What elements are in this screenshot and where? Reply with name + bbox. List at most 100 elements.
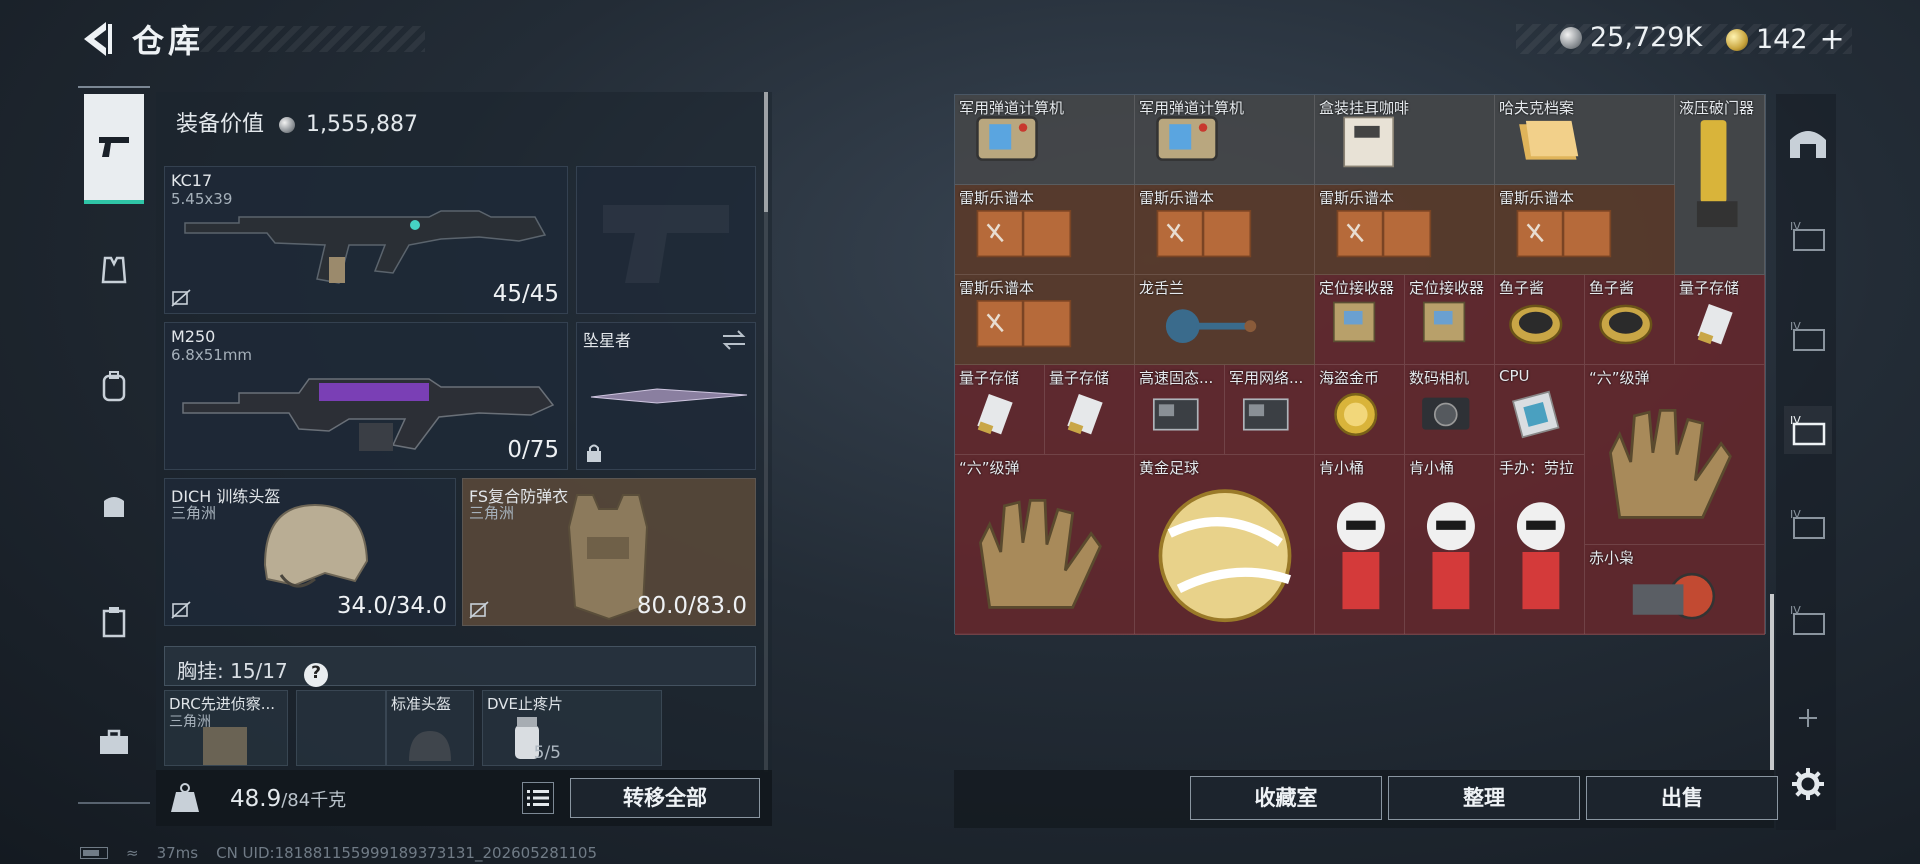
weight-readout: 48.9/84千克 (230, 786, 346, 812)
storage-item-name: 龙舌兰 (1139, 279, 1185, 297)
device-item-icon (955, 109, 1134, 184)
chest-rig-header[interactable]: 胸挂: 15/17 ? (164, 646, 756, 687)
rig-item-slot[interactable]: 标准头盔 (386, 690, 474, 766)
book-item-icon (1495, 199, 1674, 274)
storage-item-name: 哈夫克档案 (1499, 99, 1575, 117)
storage-item-name: 高速固态... (1139, 369, 1214, 387)
gold-balance: 142 + (1726, 22, 1845, 57)
rig-item-slot-empty[interactable] (296, 690, 386, 766)
swap-icon[interactable] (721, 329, 747, 351)
storage-item[interactable]: 赤小枭 (1585, 545, 1765, 635)
storage-item[interactable]: 定位接收器 (1405, 275, 1495, 365)
list-view-button[interactable] (522, 782, 554, 814)
rig-item-slot[interactable]: DRC先进侦察... 三角洲 (164, 690, 288, 766)
storage-item[interactable]: 手办：劳拉 (1495, 455, 1585, 635)
sell-button[interactable]: 出售 (1586, 776, 1778, 820)
storage-add-icon: IV (1790, 604, 1825, 635)
storage-item[interactable]: 量子存储 (1045, 365, 1135, 455)
storage-item[interactable]: “六”级弹 (1585, 365, 1765, 545)
storage-item[interactable]: 雷斯乐谱本 (1495, 185, 1675, 275)
storage-item[interactable]: 军用弹道计算机 (955, 95, 1135, 185)
storage-page-iv-add[interactable]: IV (1784, 596, 1832, 644)
rail-divider-bottom (78, 802, 150, 804)
storage-scrollbar[interactable] (1770, 594, 1774, 770)
helmet-slot[interactable]: DICH 训练头盔 三角洲 34.0/34.0 (164, 478, 456, 626)
warehouse-icon (1790, 131, 1826, 158)
rig-item-slot[interactable]: DVE止疼片 5/5 (482, 690, 662, 766)
tab-weapons[interactable] (84, 94, 144, 204)
tab-armor[interactable] (84, 240, 144, 300)
storage-item-name: 肯小桶 (1409, 459, 1455, 477)
warehouse-main-button[interactable] (1784, 118, 1832, 166)
storage-item[interactable]: 龙舌兰 (1135, 275, 1315, 365)
storage-item[interactable]: 雷斯乐谱本 (1135, 185, 1315, 275)
storage-page-icon: IV (1790, 414, 1826, 446)
storage-item[interactable]: 军用弹道计算机 (1135, 95, 1315, 185)
storage-item[interactable]: 军用网络... (1225, 365, 1315, 455)
storage-item[interactable]: 鱼子酱 (1585, 275, 1675, 365)
settings-button[interactable] (1784, 760, 1832, 808)
add-page-button[interactable] (1784, 694, 1832, 742)
figure-item-icon (1495, 469, 1584, 634)
add-currency-button[interactable]: + (1820, 22, 1845, 57)
storage-item-name: 赤小枭 (1589, 549, 1635, 567)
storage-page-iv-2[interactable]: IV (1784, 312, 1832, 360)
secondary-weapon-slot[interactable]: M250 6.8x51mm 0/75 (164, 322, 568, 470)
storage-page-iv-1[interactable]: IV (1784, 212, 1832, 260)
storage-item[interactable]: 高速固态... (1135, 365, 1225, 455)
storage-item[interactable]: 雷斯乐谱本 (1315, 185, 1495, 275)
camera-item-icon (1405, 379, 1494, 454)
tab-backpack[interactable] (84, 356, 144, 416)
storage-item[interactable]: “六”级弹 (955, 455, 1135, 635)
melee-name: 坠星者 (583, 331, 632, 350)
chip-item-icon (1315, 289, 1404, 364)
rig-vest-icon (203, 727, 247, 765)
storage-page-iv-active[interactable]: IV (1784, 406, 1832, 454)
equipment-scrollbar[interactable] (764, 92, 768, 772)
storage-item[interactable]: 盒装挂耳咖啡 (1315, 95, 1495, 185)
storage-item-name: 军用网络... (1229, 369, 1304, 387)
storage-item[interactable]: 雷斯乐谱本 (955, 185, 1135, 275)
storage-item-name: 雷斯乐谱本 (959, 279, 1035, 297)
storage-item[interactable]: 肯小桶 (1315, 455, 1405, 635)
briefcase-icon (100, 729, 128, 754)
helmet-icon (409, 731, 451, 761)
storage-item-name: 雷斯乐谱本 (1499, 189, 1575, 207)
melee-slot[interactable]: 坠星者 (576, 322, 756, 470)
storage-item[interactable]: 海盗金币 (1315, 365, 1405, 455)
tab-safe-box[interactable] (84, 592, 144, 652)
storage-item[interactable]: 液压破门器 (1675, 95, 1765, 275)
primary-weapon-slot[interactable]: KC17 5.45x39 45/45 (164, 166, 568, 314)
storage-item[interactable]: 肯小桶 (1405, 455, 1495, 635)
storage-item[interactable]: CPU (1495, 365, 1585, 455)
storage-item[interactable]: 定位接收器 (1315, 275, 1405, 365)
storage-item[interactable]: 哈夫克档案 (1495, 95, 1675, 185)
storage-item-name: 军用弹道计算机 (959, 99, 1065, 117)
storage-item[interactable]: 黄金足球 (1135, 455, 1315, 635)
back-button[interactable] (78, 18, 114, 60)
drive-item-icon (1675, 289, 1764, 364)
storage-item[interactable]: 鱼子酱 (1495, 275, 1585, 365)
transfer-all-button[interactable]: 转移全部 (570, 778, 760, 818)
storage-item[interactable]: 量子存储 (955, 365, 1045, 455)
folder-item-icon (1495, 109, 1674, 184)
rig-item-count: 5/5 (533, 743, 561, 763)
cpu-item-icon (1495, 379, 1584, 454)
storage-item[interactable]: 量子存储 (1675, 275, 1765, 365)
sort-button[interactable]: 整理 (1388, 776, 1580, 820)
tab-bag[interactable] (84, 476, 144, 536)
wifi-icon: ≈ (126, 844, 139, 862)
ssd-item-icon (1135, 379, 1224, 454)
collection-room-button[interactable]: 收藏室 (1190, 776, 1382, 820)
storage-item[interactable]: 雷斯乐谱本 (955, 275, 1135, 365)
pistol-slot-empty[interactable] (576, 166, 756, 314)
armor-slot[interactable]: FS复合防弹衣 三角洲 80.0/83.0 (462, 478, 756, 626)
storage-page-iv-4[interactable]: IV (1784, 500, 1832, 548)
help-button[interactable]: ? (304, 663, 329, 687)
tab-toolbox[interactable] (84, 712, 144, 772)
storage-item[interactable]: 数码相机 (1405, 365, 1495, 455)
page-title: 仓库 (132, 22, 205, 60)
rail-divider-top (78, 86, 150, 88)
storage-item-name: 量子存储 (1679, 279, 1740, 297)
vest-icon (101, 256, 127, 284)
